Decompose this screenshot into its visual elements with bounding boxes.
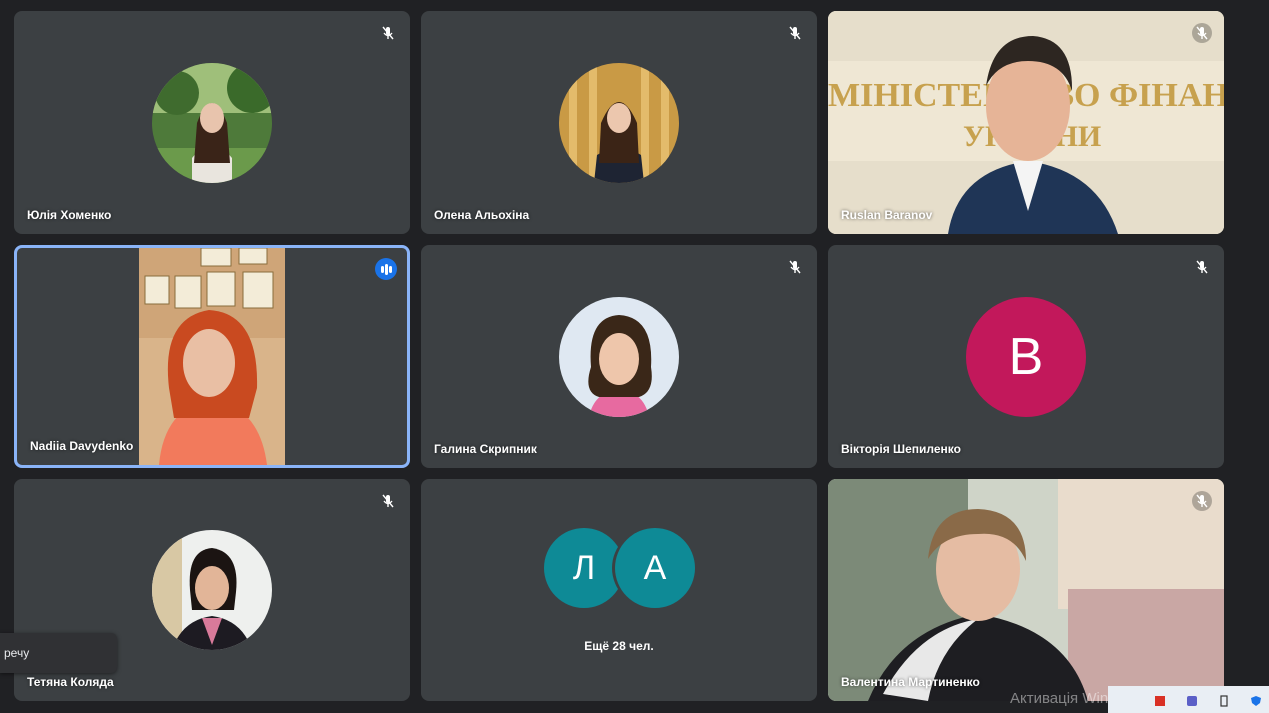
teams-icon[interactable] (1186, 694, 1198, 706)
mic-off-icon (1192, 491, 1212, 511)
participant-name: Nadiia Davydenko (30, 439, 134, 453)
participant-tile-1[interactable]: Юлія Хоменко (14, 11, 410, 234)
participant-avatar (152, 63, 272, 183)
pdf-icon[interactable] (1154, 694, 1166, 706)
mic-off-icon (378, 491, 398, 511)
mic-off-icon (785, 257, 805, 277)
participant-tile-3[interactable]: МІНІСТЕРСТВО ФІНАНСІВ УКРАЇНИ Ruslan Bar… (828, 11, 1224, 234)
more-participants-tile[interactable]: Л А Ещё 28 чел. (421, 479, 817, 701)
participant-tile-5[interactable]: Галина Скрипник (421, 245, 817, 468)
participant-tile-9[interactable]: Валентина Мартиненко (828, 479, 1224, 701)
participant-name: Юлія Хоменко (27, 208, 112, 222)
participant-avatar (559, 63, 679, 183)
mic-off-icon (785, 23, 805, 43)
avatar-initial: А (643, 548, 667, 587)
right-rail (1240, 0, 1269, 686)
participant-name: Валентина Мартиненко (841, 675, 980, 689)
mic-off-icon (378, 23, 398, 43)
avatar-initial: В (1008, 328, 1044, 386)
security-shield-icon[interactable] (1250, 694, 1262, 706)
participant-tile-4[interactable]: Nadiia Davydenko (14, 245, 410, 468)
audio-level-icon (375, 258, 397, 280)
participant-tile-2[interactable]: Олена Альохіна (421, 11, 817, 234)
system-tray (1108, 686, 1269, 713)
avatar-initial: Л (572, 548, 596, 587)
participant-avatar (559, 297, 679, 417)
participant-letter-avatar: А (615, 528, 695, 608)
participant-avatar (152, 530, 272, 650)
participant-name: Ruslan Baranov (841, 208, 933, 222)
participant-letter-avatar: Л (544, 528, 624, 608)
participant-video (139, 248, 285, 465)
participant-name: Вікторія Шепиленко (841, 442, 961, 456)
participant-video: МІНІСТЕРСТВО ФІНАНСІВ УКРАЇНИ (828, 11, 1224, 234)
participant-letter-avatar: В (966, 297, 1086, 417)
usb-icon[interactable] (1218, 694, 1230, 707)
meeting-grid: Юлія Хоменко Олена Альохіна МІНІСТЕРСТВО… (0, 0, 1269, 713)
mic-off-icon (1192, 23, 1212, 43)
participant-video (828, 479, 1224, 701)
tooltip: речу (0, 633, 117, 673)
participant-tile-6[interactable]: В Вікторія Шепиленко (828, 245, 1224, 468)
participant-name: Тетяна Коляда (27, 675, 114, 689)
participant-name: Олена Альохіна (434, 208, 530, 222)
participant-name: Галина Скрипник (434, 442, 537, 456)
more-participants-count: Ещё 28 чел. (584, 639, 654, 653)
mic-off-icon (1192, 257, 1212, 277)
